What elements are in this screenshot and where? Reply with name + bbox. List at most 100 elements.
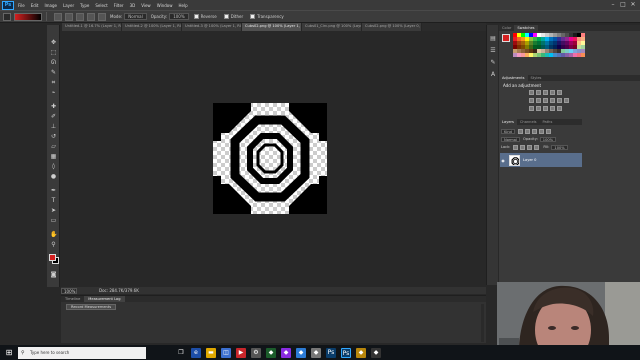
settings-icon[interactable]: ⚙ — [251, 347, 261, 358]
minimize-icon[interactable]: – — [609, 1, 617, 8]
lock-image-icon[interactable] — [520, 144, 526, 150]
clone-stamp-tool-icon[interactable]: ⊥ — [50, 123, 57, 130]
hand-tool-icon[interactable]: ✋ — [50, 231, 57, 238]
layer-row[interactable]: ◉ Layer 0 — [500, 153, 582, 167]
photo-filter-icon[interactable] — [550, 98, 555, 103]
gradient-tool-icon[interactable]: ▦ — [50, 153, 57, 160]
radial-gradient-button[interactable] — [65, 12, 73, 21]
properties-panel-icon[interactable]: ☰ — [489, 47, 497, 55]
black-white-icon[interactable] — [543, 98, 548, 103]
windows-start-icon[interactable]: ⊞ — [0, 345, 18, 360]
doc-size[interactable]: Doc: 284.7K/379.6K — [99, 288, 139, 293]
gradient-map-icon[interactable] — [550, 106, 555, 111]
curves-icon[interactable] — [543, 90, 548, 95]
type-tool-icon[interactable]: T — [50, 197, 57, 204]
pixel-filter-icon[interactable] — [517, 128, 523, 134]
dodge-tool-icon[interactable]: ● — [50, 173, 57, 180]
scrollbar[interactable] — [481, 304, 484, 342]
color-balance-icon[interactable] — [536, 98, 541, 103]
tab-color[interactable]: Color — [499, 25, 514, 31]
menu-window[interactable]: Window — [157, 3, 173, 8]
shape-filter-icon[interactable] — [538, 128, 544, 134]
channel-mixer-icon[interactable] — [557, 98, 562, 103]
shape-tool-icon[interactable]: ▭ — [50, 217, 57, 224]
task-view-icon[interactable]: ❐ — [176, 348, 186, 358]
blur-tool-icon[interactable]: ◊ — [50, 163, 57, 170]
tool-preset-picker[interactable] — [3, 12, 11, 21]
move-tool-icon[interactable]: ✥ — [50, 39, 57, 46]
path-select-tool-icon[interactable]: ➤ — [50, 207, 57, 214]
crop-tool-icon[interactable]: ⌗ — [50, 79, 57, 86]
menu-image[interactable]: Image — [44, 3, 57, 8]
reverse-checkbox[interactable] — [193, 14, 199, 19]
canvas[interactable] — [213, 103, 327, 214]
menu-file[interactable]: File — [18, 3, 25, 8]
history-panel-icon[interactable]: ▤ — [489, 35, 497, 43]
lasso-tool-icon[interactable]: ᘏ — [50, 59, 57, 66]
lock-transparent-icon[interactable] — [513, 144, 519, 150]
photoshop-icon[interactable]: Ps — [326, 347, 336, 358]
tab-cubs02-layer0[interactable]: Cubs02.png @ 100% (Layer 0, RGB/8... — [362, 23, 422, 31]
healing-brush-tool-icon[interactable]: ✚ — [50, 103, 57, 110]
menu-type[interactable]: Type — [80, 3, 89, 8]
layer-opacity-input[interactable]: 100% — [539, 136, 557, 142]
posterize-icon[interactable] — [536, 106, 541, 111]
diamond-gradient-button[interactable] — [98, 12, 106, 21]
tab-paths[interactable]: Paths — [540, 119, 556, 125]
character-panel-icon[interactable]: A — [489, 71, 497, 79]
eraser-tool-icon[interactable]: ▱ — [50, 143, 57, 150]
swatch[interactable] — [581, 53, 585, 57]
photoshop-running-icon[interactable]: Ps — [341, 347, 351, 358]
threshold-icon[interactable] — [543, 106, 548, 111]
zoom-level[interactable]: 100% — [61, 287, 77, 294]
brightness-icon[interactable] — [529, 90, 534, 95]
menu-view[interactable]: View — [141, 3, 151, 8]
tab-layers[interactable]: Layers — [499, 119, 517, 125]
tab-adjustments[interactable]: Adjustments — [499, 75, 528, 81]
edge-icon[interactable]: e — [191, 347, 201, 358]
invert-icon[interactable] — [529, 106, 534, 111]
blend-mode-select[interactable]: Normal — [501, 136, 521, 142]
visibility-eye-icon[interactable]: ◉ — [500, 158, 506, 163]
levels-icon[interactable] — [536, 90, 541, 95]
smart-object-filter-icon[interactable] — [545, 128, 551, 134]
tab-measurement-log[interactable]: Measurement Log — [84, 296, 125, 302]
vibrance-icon[interactable] — [557, 90, 562, 95]
media-app-icon[interactable]: ▶ — [236, 347, 246, 358]
kind-filter-select[interactable]: Kind — [501, 128, 515, 134]
exposure-icon[interactable] — [550, 90, 555, 95]
tab-cubs02[interactable]: Cubs02.png @ 100% (Layer 1, RGB... — [242, 23, 302, 31]
angle-gradient-button[interactable] — [76, 12, 84, 21]
tab-timeline[interactable]: Timeline — [61, 296, 84, 302]
menu-3d[interactable]: 3D — [130, 3, 136, 8]
store-icon[interactable]: ◫ — [221, 347, 231, 358]
app-dark-icon[interactable]: ◆ — [371, 347, 381, 358]
quick-select-tool-icon[interactable]: ✎ — [50, 69, 57, 76]
lock-position-icon[interactable] — [527, 144, 533, 150]
menu-layer[interactable]: Layer — [63, 3, 74, 8]
quick-mask-icon[interactable]: ◙ — [50, 271, 57, 278]
brush-panel-icon[interactable]: ✎ — [489, 59, 497, 67]
menu-select[interactable]: Select — [95, 3, 107, 8]
history-brush-tool-icon[interactable]: ↺ — [50, 133, 57, 140]
app-folder-icon[interactable]: ◆ — [356, 347, 366, 358]
tab-swatches[interactable]: Swatches — [514, 25, 538, 31]
close-icon[interactable]: ✕ — [629, 1, 637, 8]
tab-untitled-3[interactable]: Untitled-3 @ 100% (Layer 1, RGB... — [182, 23, 242, 31]
brush-tool-icon[interactable]: ✐ — [50, 113, 57, 120]
tab-untitled-2[interactable]: Untitled-2 @ 100% (Layer 1, RGB... — [122, 23, 182, 31]
menu-edit[interactable]: Edit — [31, 3, 39, 8]
pen-tool-icon[interactable]: ✒ — [50, 187, 57, 194]
menu-filter[interactable]: Filter — [114, 3, 124, 8]
gradient-picker[interactable] — [14, 12, 42, 21]
type-filter-icon[interactable] — [531, 128, 537, 134]
linear-gradient-button[interactable] — [54, 12, 62, 21]
reflected-gradient-button[interactable] — [87, 12, 95, 21]
eyedropper-tool-icon[interactable]: ⌁ — [50, 89, 57, 96]
app-green-icon[interactable]: ◆ — [266, 347, 276, 358]
maximize-icon[interactable]: □ — [619, 1, 627, 8]
lock-all-icon[interactable] — [534, 144, 540, 150]
fill-input[interactable]: 100% — [551, 144, 568, 150]
zoom-tool-icon[interactable]: ⚲ — [50, 241, 57, 248]
transparency-checkbox[interactable] — [250, 14, 256, 19]
